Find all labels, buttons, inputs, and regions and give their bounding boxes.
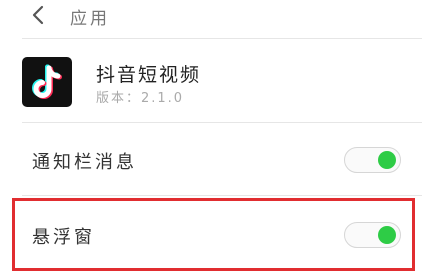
divider <box>22 38 422 39</box>
app-info: 抖音短视频 版本：2.1.0 <box>0 42 430 120</box>
divider <box>22 195 422 196</box>
header-bar: 应用 <box>0 0 430 38</box>
tiktok-logo-icon <box>22 57 72 107</box>
notification-toggle[interactable] <box>344 147 401 173</box>
setting-label: 通知栏消息 <box>32 152 137 173</box>
highlight-box <box>12 198 415 271</box>
divider <box>22 122 422 123</box>
chevron-left-icon[interactable] <box>28 4 50 26</box>
setting-row-notification: 通知栏消息 <box>0 130 430 190</box>
app-version: 版本：2.1.0 <box>96 91 185 106</box>
toggle-knob <box>378 151 396 169</box>
page-title: 应用 <box>70 9 110 29</box>
app-name: 抖音短视频 <box>96 64 202 86</box>
